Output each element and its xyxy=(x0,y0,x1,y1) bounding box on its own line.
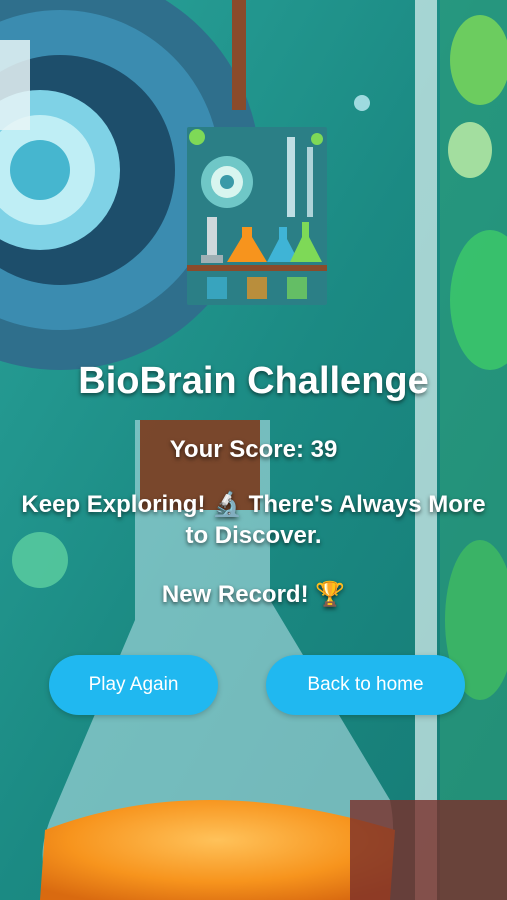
encouragement-message: Keep Exploring! 🔬 There's Always More to… xyxy=(21,491,486,549)
new-record-text: New Record! 🏆 xyxy=(161,581,346,608)
back-to-home-button[interactable]: Back to home xyxy=(266,655,465,715)
game-title: BioBrain Challenge xyxy=(78,360,429,402)
lab-equipment-thumbnail xyxy=(187,127,327,305)
play-again-button[interactable]: Play Again xyxy=(49,655,218,715)
score-text: Your Score: 39 xyxy=(169,436,338,463)
